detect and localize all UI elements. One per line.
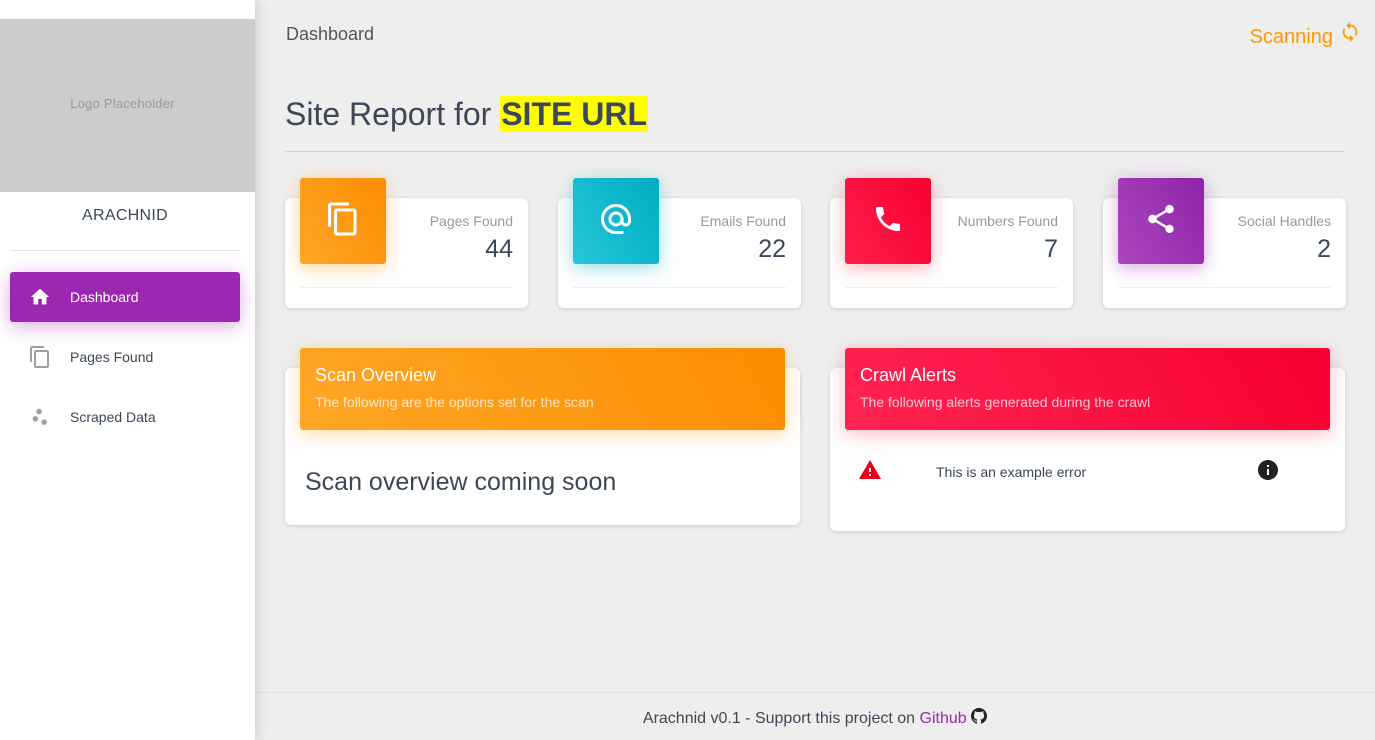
crawl-alerts-card: Crawl Alerts The following alerts genera… [830, 348, 1345, 531]
logo-text: Logo Placeholder [70, 96, 175, 111]
stat-card-emails: Emails Found 22 [558, 178, 801, 308]
scan-status-text: Scanning [1249, 26, 1333, 48]
home-icon [10, 286, 70, 308]
logo-placeholder[interactable]: Logo Placeholder [0, 19, 255, 192]
scan-overview-title: Scan Overview [315, 365, 437, 385]
copy-pages-icon [10, 345, 70, 369]
sync-icon [1339, 21, 1361, 49]
page-title-prefix: Site Report for [285, 96, 492, 132]
main-panel: Dashboard Scanning Site Report for SITE … [255, 0, 1375, 740]
stat-icon-box [1118, 178, 1204, 264]
sidebar-item-label: Scraped Data [70, 409, 156, 425]
stat-card-social: Social Handles 2 [1103, 178, 1346, 308]
scatter-dots-icon [10, 406, 70, 428]
brand-divider [10, 250, 240, 251]
footer: Arachnid v0.1 - Support this project on … [255, 708, 1375, 728]
stat-value: 7 [1044, 235, 1058, 263]
crawl-alerts-header: Crawl Alerts The following alerts genera… [845, 348, 1330, 430]
title-divider [285, 151, 1345, 152]
scan-overview-body: Scan overview coming soon [305, 468, 617, 496]
scan-overview-card: Scan Overview The following are the opti… [285, 348, 800, 525]
stat-icon-box [573, 178, 659, 264]
stat-value: 44 [485, 235, 513, 263]
footer-divider [255, 692, 1375, 693]
copy-pages-icon [325, 201, 361, 242]
phone-icon [872, 203, 904, 240]
brand-name[interactable]: ARACHNID [0, 207, 250, 225]
sidebar-item-label: Dashboard [70, 289, 139, 305]
footer-text: Arachnid v0.1 - Support this project on [642, 710, 916, 727]
stat-footer-divider [845, 287, 1058, 288]
stat-label: Numbers Found [957, 213, 1058, 229]
alert-text: This is an example error [936, 464, 1087, 480]
site-url-highlight: SITE URL [500, 96, 648, 132]
crawl-alerts-subtitle: The following alerts generated during th… [860, 394, 1151, 410]
stat-icon-box [300, 178, 386, 264]
info-icon[interactable] [1256, 458, 1280, 487]
alert-item: This is an example error [858, 458, 1278, 486]
stat-label: Social Handles [1237, 213, 1331, 229]
stat-footer-divider [1118, 287, 1331, 288]
stat-value: 22 [758, 235, 786, 263]
scan-status: Scanning [1250, 20, 1361, 49]
warning-icon [858, 458, 882, 487]
scan-overview-header: Scan Overview The following are the opti… [300, 348, 785, 430]
sidebar-item-label: Pages Found [70, 349, 154, 365]
sidebar-item-pages-found[interactable]: Pages Found [10, 332, 240, 382]
stat-card-numbers: Numbers Found 7 [830, 178, 1073, 308]
topbar-title[interactable]: Dashboard [286, 24, 374, 45]
github-icon[interactable] [971, 708, 988, 727]
stat-card-pages: Pages Found 44 [285, 178, 528, 308]
stat-footer-divider [300, 287, 513, 288]
stat-value: 2 [1317, 235, 1331, 263]
github-link[interactable]: Github [920, 710, 967, 727]
stat-label: Emails Found [700, 213, 786, 229]
stat-footer-divider [573, 287, 786, 288]
page-title: Site Report for SITE URL [285, 96, 648, 133]
scan-overview-subtitle: The following are the options set for th… [315, 394, 594, 410]
share-icon [1144, 202, 1178, 241]
sidebar-item-scraped-data[interactable]: Scraped Data [10, 392, 240, 442]
at-sign-icon [598, 201, 634, 242]
sidebar: Logo Placeholder ARACHNID Dashboard Page… [0, 0, 255, 740]
crawl-alerts-title: Crawl Alerts [860, 365, 957, 385]
stat-icon-box [845, 178, 931, 264]
sidebar-item-dashboard[interactable]: Dashboard [10, 272, 240, 322]
stat-label: Pages Found [429, 213, 513, 229]
